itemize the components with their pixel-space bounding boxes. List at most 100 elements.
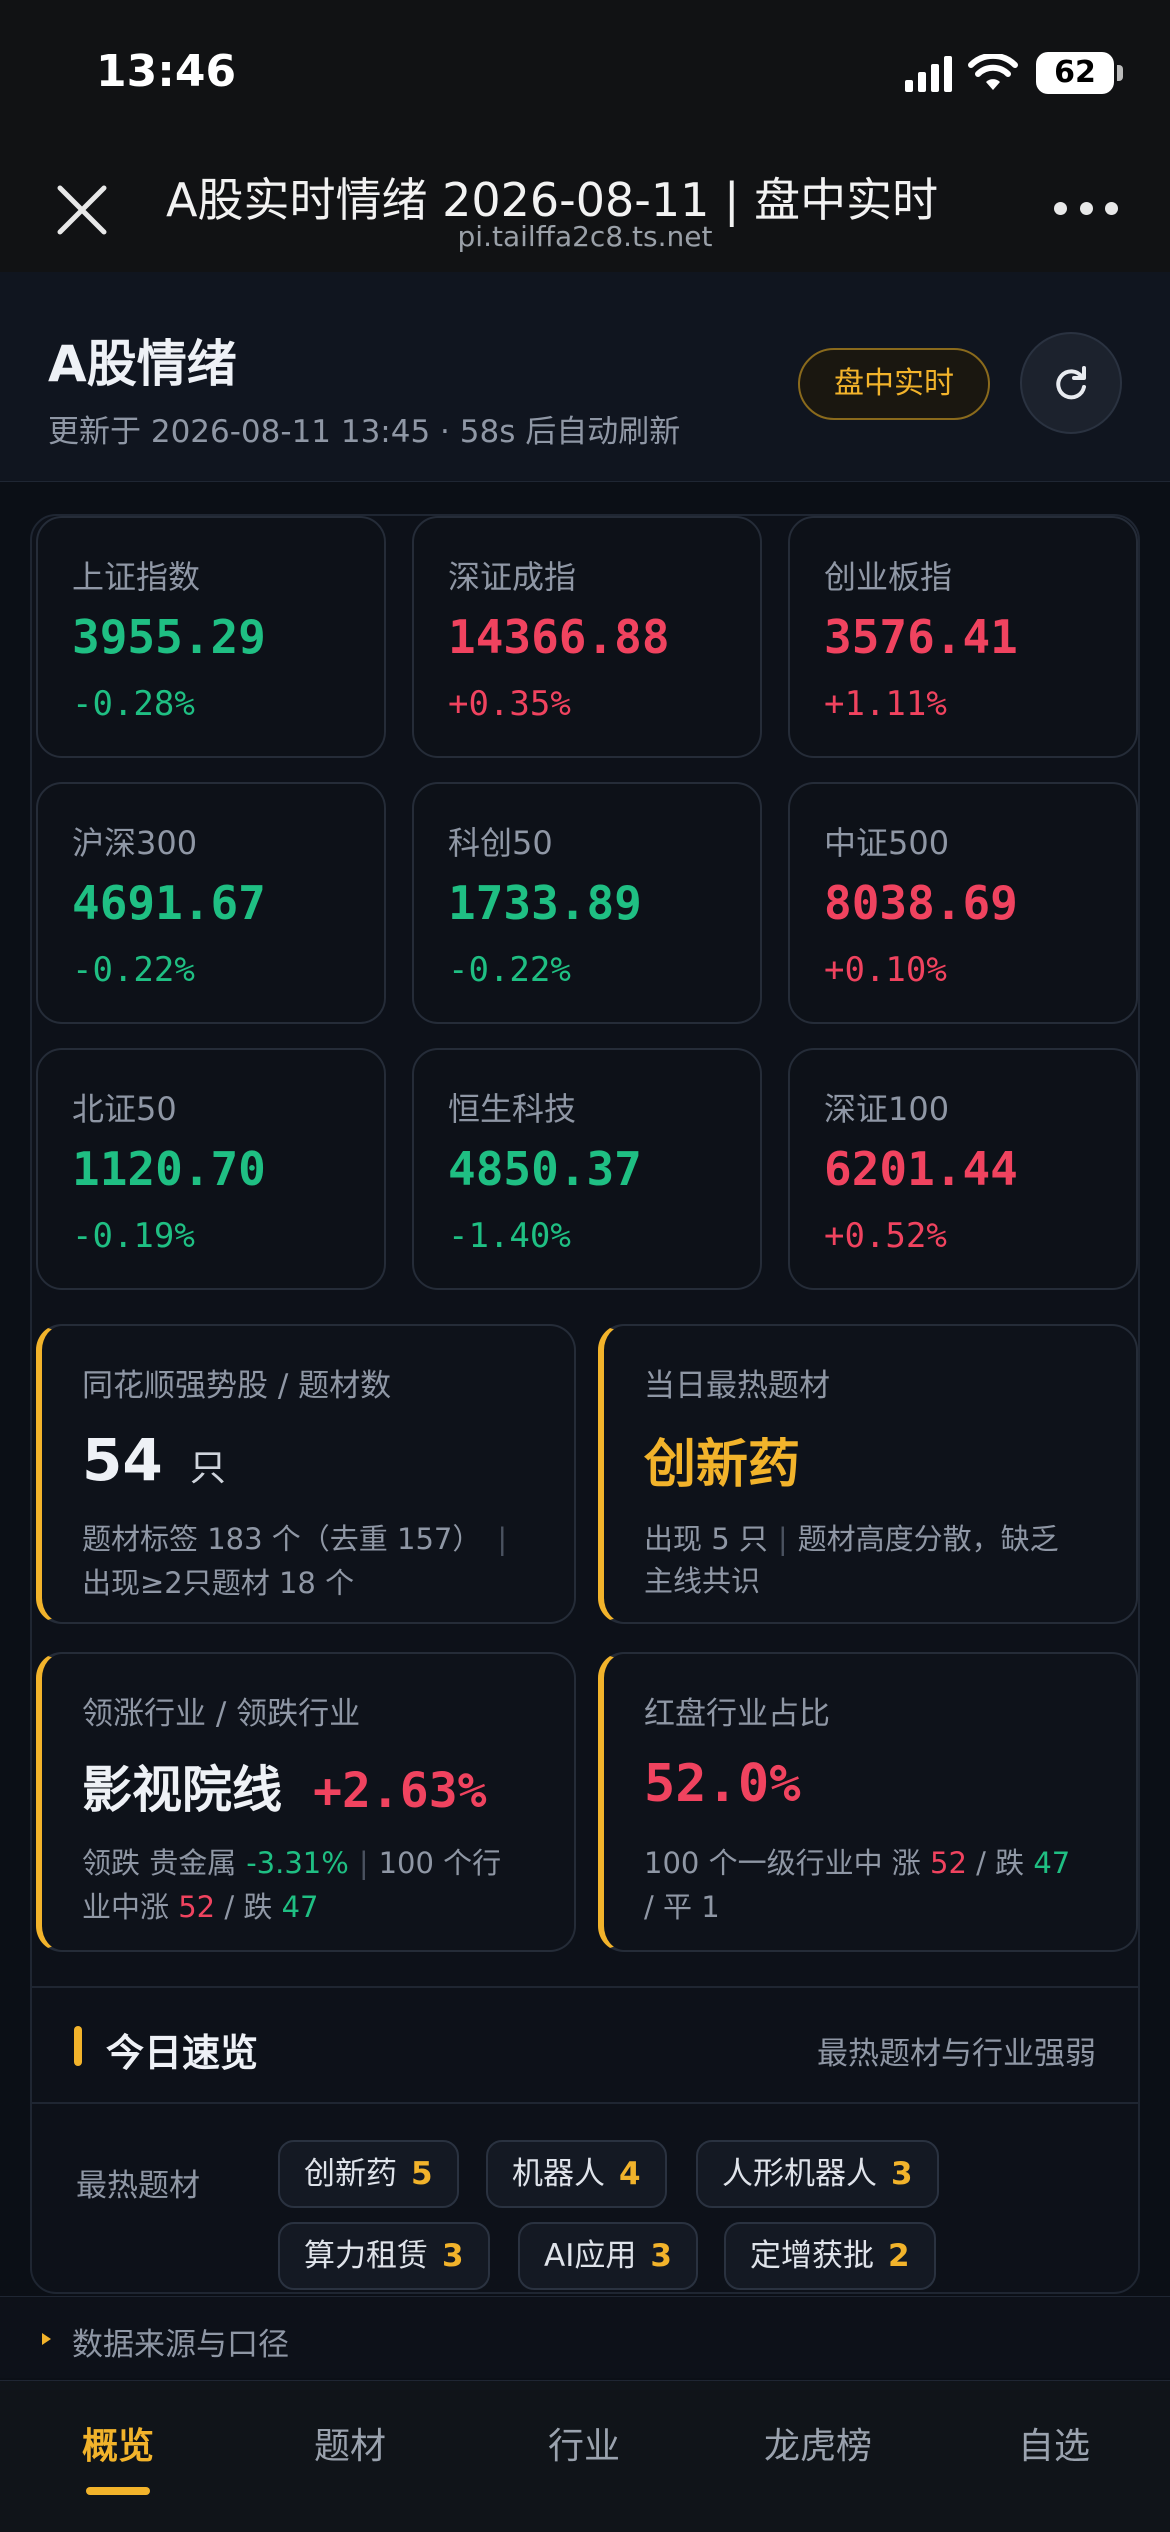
index-card-2[interactable]: 创业板指 3576.41 +1.11% bbox=[788, 516, 1138, 758]
theme-tag[interactable]: 创新药 5 bbox=[278, 2140, 459, 2208]
tag-name: 机器人 bbox=[512, 2156, 605, 2192]
strong-count: 54 bbox=[82, 1426, 163, 1494]
tab-themes[interactable]: 题材 bbox=[270, 2417, 430, 2469]
tag-count: 3 bbox=[891, 2156, 913, 2192]
index-name: 中证500 bbox=[824, 824, 950, 862]
app-title: A股情绪 bbox=[48, 335, 237, 393]
theme-tag[interactable]: AI应用 3 bbox=[518, 2222, 698, 2290]
index-name: 科创50 bbox=[448, 824, 553, 862]
up-count: 52 bbox=[930, 1846, 967, 1880]
index-value: 1733.89 bbox=[448, 876, 642, 930]
red-ratio-l1c: / 跌 bbox=[976, 1846, 1025, 1880]
lead-line2: 业中涨 52 / 跌 47 bbox=[82, 1884, 318, 1926]
data-source-toggle[interactable]: 数据来源与口径 bbox=[0, 2296, 1170, 2378]
index-change: -0.28% bbox=[72, 684, 195, 724]
overview-header: 今日速览 最热题材与行业强弱 bbox=[32, 1988, 1138, 2104]
theme-tag[interactable]: 算力租赁 3 bbox=[278, 2222, 490, 2290]
lag-industry-change: -3.31% bbox=[246, 1846, 349, 1880]
card-label: 当日最热题材 bbox=[644, 1368, 830, 1404]
index-change: -1.40% bbox=[448, 1216, 571, 1256]
hot-theme-name: 创新药 bbox=[644, 1435, 801, 1495]
section-accent-bar bbox=[74, 2026, 82, 2066]
lead-line2-a: 业中涨 bbox=[82, 1890, 170, 1924]
index-change: +0.52% bbox=[824, 1216, 947, 1256]
divider: | bbox=[358, 1846, 369, 1880]
expand-caret-icon bbox=[42, 2333, 51, 2345]
index-card-8[interactable]: 深证100 6201.44 +0.52% bbox=[788, 1048, 1138, 1290]
index-value: 1120.70 bbox=[72, 1142, 266, 1196]
index-name: 深证100 bbox=[824, 1090, 950, 1128]
more-icon[interactable] bbox=[1054, 198, 1118, 218]
tag-count: 3 bbox=[442, 2238, 464, 2274]
divider: | bbox=[777, 1522, 788, 1556]
index-value: 4691.67 bbox=[72, 876, 266, 930]
overview-title: 今日速览 bbox=[106, 2031, 259, 2075]
hot-theme-line1: 出现 5 只 | 题材高度分散，缺乏 bbox=[644, 1516, 1059, 1558]
strong-line2: 出现≥2只题材 18 个 bbox=[82, 1566, 355, 1600]
index-name: 深证成指 bbox=[448, 558, 577, 596]
main-panel: 上证指数 3955.29 -0.28% 深证成指 14366.88 +0.35%… bbox=[30, 514, 1140, 2294]
index-name: 北证50 bbox=[72, 1090, 177, 1128]
hot-theme-card[interactable]: 当日最热题材 创新药 出现 5 只 | 题材高度分散，缺乏 主线共识 bbox=[598, 1324, 1138, 1624]
hot-theme-line2: 主线共识 bbox=[644, 1564, 761, 1598]
tab-overview[interactable]: 概览 bbox=[38, 2417, 198, 2469]
index-value: 3576.41 bbox=[824, 610, 1018, 664]
red-ratio-line1: 100 个一级行业中 涨 52 / 跌 47 bbox=[644, 1840, 1070, 1882]
index-name: 沪深300 bbox=[72, 824, 198, 862]
strong-unit: 只 bbox=[189, 1448, 226, 1489]
hot-themes-label: 最热题材 bbox=[76, 2168, 200, 2204]
tag-name: 人形机器人 bbox=[722, 2156, 877, 2192]
wifi-icon bbox=[968, 54, 1018, 90]
tab-industries[interactable]: 行业 bbox=[504, 2417, 664, 2469]
down-count: 47 bbox=[281, 1890, 319, 1924]
battery-icon: 62 bbox=[1036, 52, 1114, 94]
tag-name: 定增获批 bbox=[750, 2238, 874, 2274]
tag-count: 2 bbox=[888, 2238, 910, 2274]
strong-stocks-card[interactable]: 同花顺强势股 / 题材数 54 只 题材标签 183 个（去重 157） | 出现… bbox=[36, 1324, 576, 1624]
cellular-signal-icon bbox=[905, 56, 952, 92]
overview-section: 今日速览 最热题材与行业强弱 最热题材 创新药 5 机器人 4 人形机器人 3 算力租… bbox=[32, 1986, 1138, 2292]
index-card-5[interactable]: 中证500 8038.69 +0.10% bbox=[788, 782, 1138, 1024]
red-ratio-card[interactable]: 红盘行业占比 52.0% 100 个一级行业中 涨 52 / 跌 47 / 平 … bbox=[598, 1652, 1138, 1952]
card-label: 红盘行业占比 bbox=[644, 1696, 830, 1732]
lag-industry-label: 领跌 贵金属 bbox=[82, 1846, 237, 1880]
index-card-3[interactable]: 沪深300 4691.67 -0.22% bbox=[36, 782, 386, 1024]
down-count: 47 bbox=[1033, 1846, 1071, 1880]
browser-bar: A股实时情绪 2026-08-11 | 盘中实时 pi.tailffa2c8.t… bbox=[0, 140, 1170, 272]
update-status: 更新于 2026-08-11 13:45 · 58s 后自动刷新 bbox=[48, 414, 681, 450]
lead-line1-tail: 100 个行 bbox=[378, 1846, 502, 1880]
index-value: 4850.37 bbox=[448, 1142, 642, 1196]
index-change: -0.22% bbox=[448, 950, 571, 990]
index-value: 14366.88 bbox=[448, 610, 670, 664]
index-card-6[interactable]: 北证50 1120.70 -0.19% bbox=[36, 1048, 386, 1290]
tab-dragon-tiger[interactable]: 龙虎榜 bbox=[738, 2417, 898, 2469]
tag-name: 算力租赁 bbox=[304, 2238, 428, 2274]
live-badge[interactable]: 盘中实时 bbox=[798, 348, 990, 420]
index-card-7[interactable]: 恒生科技 4850.37 -1.40% bbox=[412, 1048, 762, 1290]
divider: | bbox=[497, 1522, 508, 1556]
lead-industry-card[interactable]: 领涨行业 / 领跌行业 影视院线 +2.63% 领跌 贵金属 -3.31% | 100… bbox=[36, 1652, 576, 1952]
lead-line1: 领跌 贵金属 -3.31% | 100 个行 bbox=[82, 1840, 501, 1882]
theme-tag[interactable]: 定增获批 2 bbox=[724, 2222, 936, 2290]
index-change: -0.22% bbox=[72, 950, 195, 990]
tab-watchlist[interactable]: 自选 bbox=[974, 2417, 1134, 2469]
strong-line1: 题材标签 183 个（去重 157） | bbox=[82, 1516, 507, 1558]
theme-tag[interactable]: 人形机器人 3 bbox=[696, 2140, 939, 2208]
app-header: A股情绪 更新于 2026-08-11 13:45 · 58s 后自动刷新 盘中… bbox=[0, 272, 1170, 482]
index-card-0[interactable]: 上证指数 3955.29 -0.28% bbox=[36, 516, 386, 758]
index-name: 恒生科技 bbox=[448, 1090, 577, 1128]
up-count: 52 bbox=[178, 1890, 216, 1924]
lead-line2-c: / 跌 bbox=[224, 1890, 273, 1924]
hot-theme-count: 出现 5 只 bbox=[644, 1522, 768, 1556]
page-url: pi.tailffa2c8.ts.net bbox=[457, 220, 713, 253]
refresh-button[interactable] bbox=[1020, 332, 1122, 434]
theme-tag[interactable]: 机器人 4 bbox=[486, 2140, 667, 2208]
overview-subtitle: 最热题材与行业强弱 bbox=[817, 2036, 1096, 2072]
active-tab-indicator bbox=[86, 2487, 150, 2495]
status-time: 13:46 bbox=[96, 46, 237, 97]
refresh-icon bbox=[1056, 366, 1086, 400]
lead-industry-line: 影视院线 +2.63% bbox=[82, 1750, 486, 1822]
index-card-4[interactable]: 科创50 1733.89 -0.22% bbox=[412, 782, 762, 1024]
index-card-1[interactable]: 深证成指 14366.88 +0.35% bbox=[412, 516, 762, 758]
index-change: +1.11% bbox=[824, 684, 947, 724]
